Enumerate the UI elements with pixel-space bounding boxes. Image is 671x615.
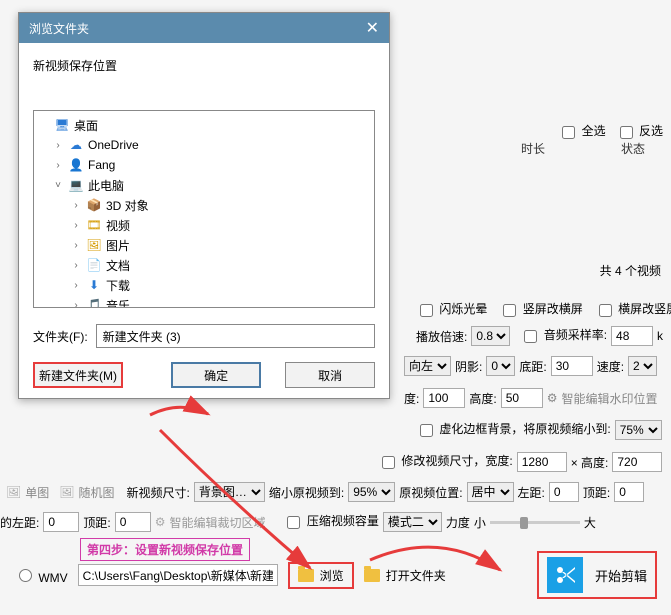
random-img-label: 随机图 [78,484,114,501]
dialog-title: 浏览文件夹 [29,20,89,37]
speed-label: 速度: [597,358,624,375]
cancel-button[interactable]: 取消 [285,362,375,388]
width-input[interactable] [423,388,465,408]
shrink-select[interactable]: 95% [348,482,395,502]
width-label: 度: [404,390,419,407]
tree-item[interactable]: ›🎵音乐 [34,295,374,308]
height-input[interactable] [501,388,543,408]
tree-item[interactable]: 🖥桌面 [34,115,374,135]
compress-checkbox[interactable]: 压缩视频容量 [283,512,378,531]
audio-rate-input[interactable] [611,326,653,346]
virtual-border-checkbox[interactable]: 虚化边框背景，将原视频缩小到: [416,420,611,439]
mode-select[interactable]: 模式二 [383,512,442,532]
video-count-label: 共 4 个视频 [600,262,661,279]
orig-pos-label: 原视频位置: [399,484,462,501]
modify-size-checkbox[interactable]: 修改视频尺寸，宽度: [378,452,513,471]
browse-button[interactable]: 浏览 [320,567,344,584]
dialog-subtitle: 新视频保存位置 [33,57,375,74]
browse-folder-dialog: 浏览文件夹 ✕ 新视频保存位置 🖥桌面›☁OneDrive›👤Fang˅💻此电脑… [18,12,390,399]
force-label: 力度 [446,514,470,531]
smart-watermark-label: 智能编辑水印位置 [561,390,657,407]
tree-item[interactable]: ˅💻此电脑 [34,175,374,195]
folder-name-input[interactable] [96,324,375,348]
big-label: 大 [584,514,596,531]
tree-item[interactable]: ›📦3D 对象 [34,195,374,215]
direction-select[interactable]: 向左 [404,356,451,376]
gear-icon: ⚙ [155,515,166,529]
flash-halo-checkbox[interactable]: 闪烁光晕 [416,300,487,319]
folder-field-label: 文件夹(F): [33,328,88,345]
orig-pos-select[interactable]: 居中 [467,482,514,502]
close-icon[interactable]: ✕ [366,18,379,38]
tree-item[interactable]: ›⬇下载 [34,275,374,295]
tree-item[interactable]: ›🎞视频 [34,215,374,235]
portrait-to-landscape-checkbox[interactable]: 竖屏改横屏 [499,300,582,319]
force-slider[interactable] [490,521,580,524]
top-margin2-input[interactable] [115,512,151,532]
left-margin2-input[interactable] [43,512,79,532]
speed-select[interactable]: 2 [628,356,657,376]
left-margin-input[interactable] [549,482,579,502]
tree-item[interactable]: ›☁OneDrive [34,135,374,155]
scissors-icon [547,557,583,593]
start-edit-button[interactable]: 开始剪辑 [595,566,647,585]
bottom-margin-label: 底距: [519,358,546,375]
bottom-margin-input[interactable] [551,356,593,376]
left-margin2-label: 的左距: [0,514,39,531]
annotation-step4: 第四步：设置新视频保存位置 [80,538,250,561]
play-speed-select[interactable]: 0.8 [471,326,510,346]
audio-rate-checkbox[interactable]: 音频采样率: [520,326,607,345]
mod-width-input[interactable] [517,452,567,472]
shrink-label: 缩小原视频到: [269,484,344,501]
image-icon: 🖼 [6,485,21,499]
tree-item[interactable]: ›👤Fang [34,155,374,175]
mod-height-input[interactable] [612,452,662,472]
select-all-checkbox[interactable]: 全选 [558,122,605,141]
folder-icon [298,569,314,582]
top-margin-input[interactable] [614,482,644,502]
tree-item[interactable]: ›🖼图片 [34,235,374,255]
ok-button[interactable]: 确定 [171,362,261,388]
save-path-input[interactable] [78,564,278,586]
audio-rate-unit: k [657,329,663,343]
col-status: 状态 [603,140,663,157]
open-folder-button[interactable]: 打开文件夹 [386,567,446,584]
landscape-to-portrait-checkbox[interactable]: 横屏改竖屏 [595,300,671,319]
image-icon: 🖼 [59,485,74,499]
tree-item[interactable]: ›📄文档 [34,255,374,275]
new-size-select[interactable]: 背景图… [194,482,265,502]
gear-icon: ⚙ [547,391,558,405]
wmv-radio[interactable]: WMV [14,566,68,585]
shadow-select[interactable]: 0 [486,356,515,376]
new-size-label: 新视频尺寸: [127,484,190,501]
shadow-label: 阴影: [455,358,482,375]
mod-x-label: × 高度: [571,454,609,471]
single-img-label: 单图 [25,484,49,501]
height-label: 高度: [469,390,496,407]
smart-crop-label: 智能编辑裁切区域 [169,514,265,531]
new-folder-button[interactable]: 新建文件夹(M) [33,362,123,388]
virtual-border-pct-select[interactable]: 75% [615,420,662,440]
folder-tree[interactable]: 🖥桌面›☁OneDrive›👤Fang˅💻此电脑›📦3D 对象›🎞视频›🖼图片›… [33,110,375,308]
small-label: 小 [474,514,486,531]
top-margin2-label: 顶距: [83,514,110,531]
play-speed-label: 播放倍速: [416,328,467,345]
top-margin-label: 顶距: [583,484,610,501]
table-header: 时长 状态 [503,140,663,157]
left-margin-label: 左距: [518,484,545,501]
folder-icon [364,569,380,582]
col-duration: 时长 [503,140,563,157]
invert-selection-checkbox[interactable]: 反选 [616,122,663,141]
